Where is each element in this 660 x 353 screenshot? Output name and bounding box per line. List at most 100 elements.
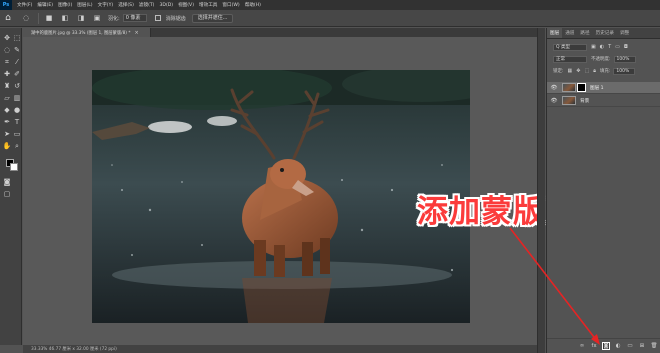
smart-object-filter-icon[interactable]: ◘: [624, 44, 628, 50]
menu-select[interactable]: 选择(S): [118, 2, 134, 8]
panel-tabs: 图层 通道 路径 历史记录 调整: [547, 28, 660, 39]
lock-artboard-icon[interactable]: ⬚: [584, 68, 589, 74]
menu-layer[interactable]: 图层(L): [77, 2, 92, 8]
delete-layer-icon[interactable]: 🗑︎: [651, 343, 658, 349]
tab-adjustments[interactable]: 调整: [617, 30, 632, 38]
add-mask-callout: 添加蒙版: [417, 194, 545, 230]
options-bar: ⌂ ◌ ■ ◧ ◨ ▣ 羽化: 0 像素 消除锯齿 选择并遮住...: [0, 10, 660, 27]
type-tool-icon[interactable]: T: [13, 118, 21, 126]
eye-icon[interactable]: 👁︎: [549, 98, 559, 104]
tab-strip: [151, 28, 537, 37]
blend-mode-select[interactable]: 正常: [553, 55, 587, 63]
move-tool-icon[interactable]: ✥: [3, 34, 11, 42]
layer-thumbnail: [562, 83, 576, 92]
home-icon[interactable]: ⌂: [0, 10, 16, 27]
zoom-and-size-readout: 33.33% 46.77 厘米 x 32.00 厘米 (72 ppi): [31, 347, 117, 352]
menu-type[interactable]: 文字(Y): [98, 2, 114, 8]
select-and-mask-button[interactable]: 选择并遮住...: [191, 13, 234, 23]
layer-thumbnail: [562, 96, 576, 105]
dodge-tool-icon[interactable]: ●: [13, 106, 21, 114]
menu-window[interactable]: 窗口(W): [222, 2, 239, 8]
fill-input[interactable]: 100%: [613, 67, 636, 75]
shape-tool-icon[interactable]: ▭: [13, 130, 21, 138]
adjustment-layer-icon[interactable]: ◐: [615, 343, 621, 349]
marquee-tool-icon[interactable]: ⬚: [13, 34, 21, 42]
eraser-tool-icon[interactable]: ▱: [3, 94, 11, 102]
menu-image[interactable]: 图像(I): [58, 2, 72, 8]
background-color-swatch[interactable]: [10, 163, 18, 171]
layer-mask-thumbnail[interactable]: [577, 83, 586, 92]
deer-photo-image: [92, 70, 470, 323]
zoom-tool-icon[interactable]: ⌕: [13, 142, 21, 150]
menu-plugins[interactable]: 增效工具: [199, 2, 217, 8]
type-filter-icon[interactable]: T: [608, 44, 611, 50]
new-selection-icon[interactable]: ■: [43, 13, 55, 23]
hand-tool-icon[interactable]: ✋: [3, 142, 12, 150]
screen-mode-icon[interactable]: ▢: [3, 190, 11, 198]
feather-label: 羽化:: [108, 15, 120, 22]
tools-panel: ✥ ⬚ ◌ ✎ ⌗ ⁄ ✚ ✐ ♜ ↺ ▱ ▥ ◆ ● ✒ T ➤ ▭ ✋ ⌕ …: [0, 28, 22, 345]
intersect-selection-icon[interactable]: ▣: [91, 13, 103, 23]
menu-view[interactable]: 视图(V): [178, 2, 194, 8]
layer-style-icon[interactable]: fx: [591, 343, 597, 349]
brush-tool-icon[interactable]: ✐: [13, 70, 21, 78]
options-divider: [38, 12, 39, 24]
status-bar: 33.33% 46.77 厘米 x 32.00 厘米 (72 ppi): [23, 345, 537, 353]
pixel-filter-icon[interactable]: ▣: [591, 44, 596, 50]
antialias-checkbox[interactable]: [154, 15, 161, 21]
layer-row-background[interactable]: 👁︎ 背景: [547, 95, 660, 107]
tab-channels[interactable]: 通道: [562, 30, 577, 38]
filter-row: Q 类型 ▣ ◐ T ▭ ◘: [547, 42, 660, 52]
lock-position-icon[interactable]: ✥: [576, 68, 580, 74]
link-layers-icon[interactable]: ∞: [579, 343, 585, 349]
menu-3d[interactable]: 3D(D): [159, 3, 173, 8]
crop-tool-icon[interactable]: ⌗: [3, 58, 11, 66]
quick-mask-icon[interactable]: ◙: [3, 178, 11, 186]
eyedropper-tool-icon[interactable]: ⁄: [13, 58, 21, 66]
tab-history[interactable]: 历史记录: [593, 30, 617, 38]
photoshop-logo[interactable]: Ps: [0, 0, 12, 10]
path-select-icon[interactable]: ➤: [3, 130, 11, 138]
subtract-selection-icon[interactable]: ◨: [75, 13, 87, 23]
menu-filter[interactable]: 滤镜(T): [139, 2, 155, 8]
menu-help[interactable]: 帮助(H): [245, 2, 261, 8]
blend-row: 正常 不透明度: 100%: [547, 54, 660, 64]
add-layer-mask-icon[interactable]: ◙: [602, 342, 610, 350]
lock-label: 锁定:: [553, 69, 564, 74]
layer-row-layer-1[interactable]: 👁︎ 图层 1: [547, 82, 660, 94]
tab-paths[interactable]: 路径: [577, 30, 592, 38]
new-layer-icon[interactable]: ⊞: [639, 343, 645, 349]
healing-brush-icon[interactable]: ✚: [3, 70, 11, 78]
lock-row: 锁定: ▦ ✥ ⬚ 🔒︎ 填充: 100%: [547, 66, 660, 76]
menu-edit[interactable]: 编辑(E): [37, 2, 53, 8]
panel-dock-strip[interactable]: [537, 28, 545, 353]
history-brush-icon[interactable]: ↺: [13, 82, 21, 90]
layer-name[interactable]: 背景: [580, 98, 589, 104]
blur-tool-icon[interactable]: ◆: [3, 106, 11, 114]
opacity-input[interactable]: 100%: [613, 55, 636, 63]
tab-layers[interactable]: 图层: [547, 28, 563, 38]
shape-filter-icon[interactable]: ▭: [615, 44, 620, 50]
pen-tool-icon[interactable]: ✒: [3, 118, 11, 126]
menu-file[interactable]: 文件(F): [17, 2, 32, 8]
clone-stamp-icon[interactable]: ♜: [3, 82, 11, 90]
quick-select-tool-icon[interactable]: ✎: [13, 46, 21, 54]
add-selection-icon[interactable]: ◧: [59, 13, 71, 23]
new-group-icon[interactable]: ▭: [627, 343, 633, 349]
kind-filter-select[interactable]: Q 类型: [553, 43, 587, 51]
adjustment-filter-icon[interactable]: ◐: [600, 44, 604, 50]
antialias-label: 消除锯齿: [165, 15, 186, 22]
eye-icon[interactable]: 👁︎: [549, 85, 559, 91]
lock-pixels-icon[interactable]: ▦: [568, 68, 573, 74]
document-tab[interactable]: 湖中的鹿图片.jpg @ 33.3% (图层 1, 图层蒙版/8) * ×: [23, 28, 151, 37]
feather-input[interactable]: 0 像素: [122, 14, 147, 22]
layers-panel-footer: ∞ fx ◙ ◐ ▭ ⊞ 🗑︎: [547, 338, 660, 353]
gradient-tool-icon[interactable]: ▥: [13, 94, 21, 102]
fill-label: 填充:: [599, 69, 611, 74]
layer-name[interactable]: 图层 1: [590, 85, 604, 91]
lock-all-icon[interactable]: 🔒︎: [593, 68, 596, 74]
menu-bar: Ps 文件(F) 编辑(E) 图像(I) 图层(L) 文字(Y) 选择(S) 滤…: [0, 0, 660, 10]
lasso-tool-preset-icon[interactable]: ◌: [20, 13, 32, 23]
lasso-tool-icon[interactable]: ◌: [3, 46, 11, 54]
close-tab-icon[interactable]: ×: [135, 30, 139, 36]
